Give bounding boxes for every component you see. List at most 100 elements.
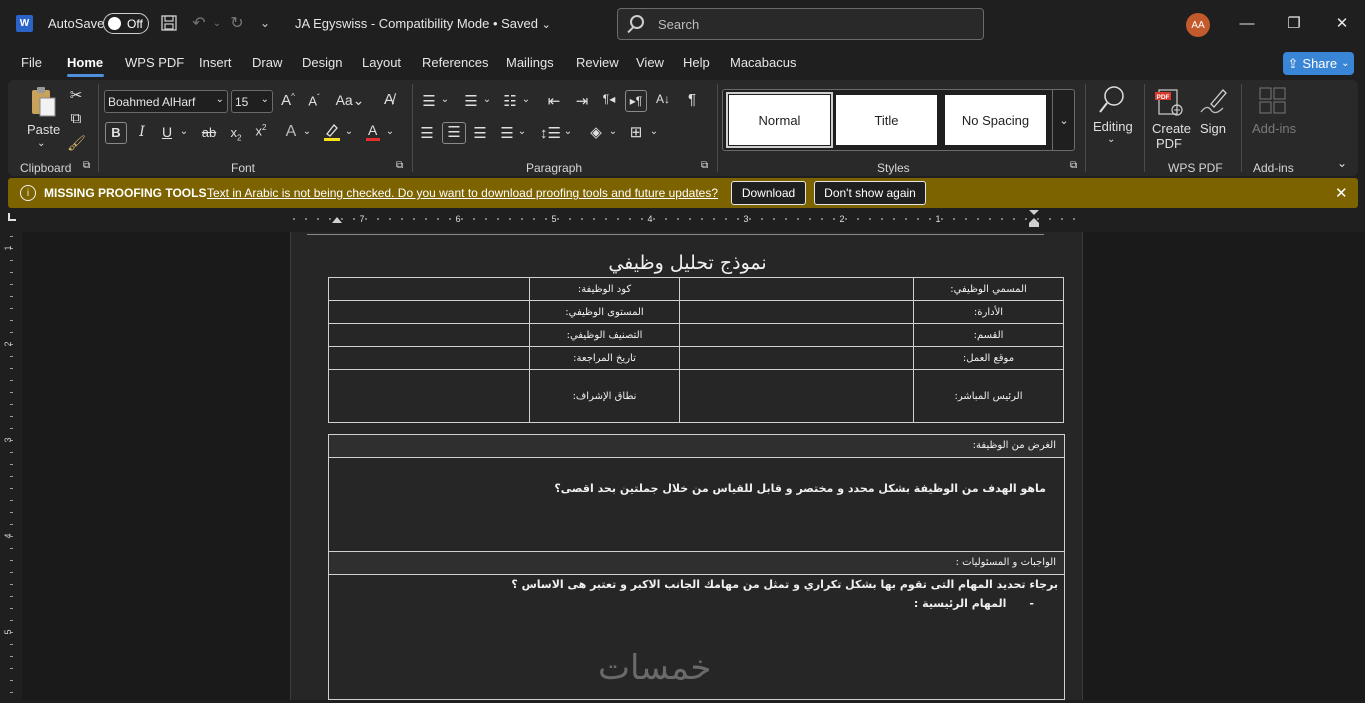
find-icon[interactable] bbox=[1097, 84, 1127, 116]
table-cell[interactable] bbox=[679, 346, 914, 370]
tab-wps-pdf[interactable]: WPS PDF bbox=[125, 55, 184, 70]
close-warning-icon[interactable]: ✕ bbox=[1335, 184, 1348, 202]
tab-selector-icon[interactable] bbox=[8, 213, 16, 221]
tab-design[interactable]: Design bbox=[302, 55, 342, 70]
tab-insert[interactable]: Insert bbox=[199, 55, 232, 70]
document-page[interactable]: نموذج تحليل وظيفي كود الوظيفة: المسمي ال… bbox=[290, 232, 1083, 700]
sign-icon[interactable] bbox=[1197, 86, 1229, 118]
tab-draw[interactable]: Draw bbox=[252, 55, 282, 70]
shading-dropdown-icon[interactable]: ⌄ bbox=[608, 126, 618, 137]
show-formatting-marks-icon[interactable]: ¶ bbox=[684, 91, 700, 108]
align-left-icon[interactable]: ☰ bbox=[418, 124, 436, 142]
table-cell[interactable] bbox=[679, 277, 914, 301]
subscript-icon[interactable]: x2 bbox=[228, 125, 244, 143]
font-color-icon[interactable]: A bbox=[364, 122, 382, 146]
clear-formatting-icon[interactable]: A̸ bbox=[379, 91, 399, 108]
italic-icon[interactable]: I bbox=[134, 124, 150, 140]
bullets-dropdown-icon[interactable]: ⌄ bbox=[440, 94, 450, 105]
avatar[interactable]: AA bbox=[1186, 13, 1210, 37]
style-no-spacing[interactable]: No Spacing bbox=[945, 95, 1046, 145]
multilevel-list-icon[interactable]: ☷ bbox=[501, 92, 519, 110]
align-right-icon[interactable]: ☰ bbox=[471, 124, 489, 142]
table-cell[interactable]: القسم: bbox=[913, 323, 1064, 347]
font-name-combo[interactable]: Boahmed AlHarf ⌄ bbox=[104, 90, 228, 113]
purpose-question[interactable]: ماهو الهدف من الوظيفة بشكل محدد و مختصر … bbox=[554, 482, 1046, 495]
styles-launcher-icon[interactable]: ⧉ bbox=[1070, 160, 1077, 171]
purpose-header[interactable]: الغرض من الوظيفة: bbox=[329, 435, 1064, 458]
tab-file[interactable]: File bbox=[21, 55, 42, 70]
tab-layout[interactable]: Layout bbox=[362, 55, 401, 70]
style-title[interactable]: Title bbox=[836, 95, 937, 145]
line-spacing-icon[interactable]: ↕☰ bbox=[540, 124, 561, 142]
grow-font-icon[interactable]: A^ bbox=[278, 92, 298, 109]
dont-show-again-button[interactable]: Don't show again bbox=[814, 181, 926, 205]
numbering-icon[interactable]: ☰ bbox=[462, 92, 480, 110]
table-cell[interactable]: المستوى الوظيفي: bbox=[529, 300, 680, 324]
table-cell[interactable]: كود الوظيفة: bbox=[529, 277, 680, 301]
change-case-icon[interactable]: Aa⌄ bbox=[334, 92, 366, 109]
clipboard-launcher-icon[interactable]: ⧉ bbox=[83, 160, 90, 171]
ltr-direction-icon[interactable]: ▸¶ bbox=[625, 90, 647, 112]
restore-icon[interactable]: ❐ bbox=[1283, 12, 1305, 34]
copy-icon[interactable]: ⧉ bbox=[67, 110, 85, 127]
sort-icon[interactable]: A↓ bbox=[654, 92, 672, 106]
redo-icon[interactable]: ↻ bbox=[226, 12, 248, 34]
paste-dropdown-icon[interactable]: ⌄ bbox=[37, 138, 45, 149]
bold-icon[interactable]: B bbox=[105, 122, 127, 144]
paste-icon[interactable] bbox=[28, 86, 58, 117]
share-button[interactable]: ⇪ Share ⌄ bbox=[1283, 52, 1354, 75]
style-normal[interactable]: Normal bbox=[726, 92, 833, 148]
table-cell[interactable] bbox=[328, 346, 530, 370]
search-box[interactable]: Search bbox=[617, 8, 984, 40]
table-cell[interactable] bbox=[328, 323, 530, 347]
table-cell[interactable] bbox=[328, 369, 530, 423]
table-cell[interactable] bbox=[328, 300, 530, 324]
addins-icon[interactable] bbox=[1258, 86, 1288, 116]
increase-indent-icon[interactable]: ⇥ bbox=[573, 92, 591, 110]
align-center-icon[interactable]: ☰ bbox=[442, 122, 466, 144]
cut-icon[interactable]: ✂ bbox=[67, 86, 85, 104]
download-button[interactable]: Download bbox=[731, 181, 806, 205]
paste-label[interactable]: Paste bbox=[27, 122, 60, 137]
undo-dropdown-icon[interactable]: ⌄ bbox=[206, 12, 228, 34]
highlight-color-icon[interactable] bbox=[322, 122, 342, 146]
font-color-dropdown-icon[interactable]: ⌄ bbox=[385, 126, 395, 137]
duties-question[interactable]: برجاء تحديد المهام التى تقوم بها بشكل تك… bbox=[511, 578, 1058, 591]
underline-dropdown-icon[interactable]: ⌄ bbox=[179, 126, 189, 137]
table-cell[interactable]: موقع العمل: bbox=[913, 346, 1064, 370]
main-tasks-label[interactable]: - المهام الرئيسية : bbox=[914, 597, 1034, 610]
rtl-direction-icon[interactable]: ¶◂ bbox=[600, 92, 618, 106]
shrink-font-icon[interactable]: Aˇ bbox=[304, 93, 324, 108]
table-cell[interactable]: الرئيس المباشر: bbox=[913, 369, 1064, 423]
table-cell[interactable] bbox=[679, 300, 914, 324]
editing-label[interactable]: Editing bbox=[1093, 119, 1133, 134]
numbering-dropdown-icon[interactable]: ⌄ bbox=[482, 94, 492, 105]
create-pdf-label[interactable]: Create PDF bbox=[1152, 121, 1191, 151]
collapse-ribbon-icon[interactable]: ⌄ bbox=[1337, 156, 1347, 170]
warning-message-link[interactable]: Text in Arabic is not being checked. Do … bbox=[207, 186, 718, 200]
tab-help[interactable]: Help bbox=[683, 55, 710, 70]
format-painter-icon[interactable]: 🖌 bbox=[67, 134, 86, 152]
multilevel-dropdown-icon[interactable]: ⌄ bbox=[521, 94, 531, 105]
justify-icon[interactable]: ☰ bbox=[498, 124, 516, 142]
document-title[interactable]: JA Egyswiss - Compatibility Mode • Saved… bbox=[295, 16, 551, 31]
table-cell[interactable]: المسمي الوظيفي: bbox=[913, 277, 1064, 301]
tab-home[interactable]: Home bbox=[67, 55, 103, 70]
autosave-toggle[interactable]: Off bbox=[103, 13, 149, 34]
bullets-icon[interactable]: ☰ bbox=[420, 92, 438, 110]
left-indent-marker-icon[interactable] bbox=[331, 215, 343, 227]
font-launcher-icon[interactable]: ⧉ bbox=[396, 160, 403, 171]
create-pdf-icon[interactable]: PDF bbox=[1153, 86, 1185, 118]
borders-icon[interactable]: ⊞ bbox=[627, 123, 645, 141]
underline-icon[interactable]: U bbox=[159, 124, 175, 140]
save-icon[interactable] bbox=[158, 12, 180, 34]
highlight-dropdown-icon[interactable]: ⌄ bbox=[344, 126, 354, 137]
styles-more-icon[interactable]: ⌄ bbox=[1052, 89, 1075, 151]
text-effects-dropdown-icon[interactable]: ⌄ bbox=[302, 126, 312, 137]
table-cell[interactable] bbox=[328, 277, 530, 301]
tab-mailings[interactable]: Mailings bbox=[506, 55, 554, 70]
tab-macabacus[interactable]: Macabacus bbox=[730, 55, 796, 70]
table-cell[interactable] bbox=[679, 323, 914, 347]
indent-marker-icon[interactable] bbox=[1027, 210, 1041, 228]
horizontal-ruler[interactable]: 7 6 5 4 3 2 1 bbox=[0, 208, 1365, 230]
